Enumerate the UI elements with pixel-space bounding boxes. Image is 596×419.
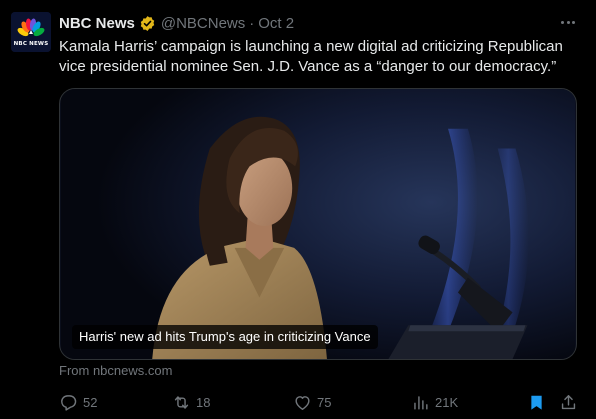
- reply-count: 52: [83, 394, 98, 410]
- views-button[interactable]: 21K: [411, 391, 458, 413]
- tweet-date[interactable]: Oct 2: [258, 15, 294, 32]
- card-title[interactable]: Harris' new ad hits Trump's age in criti…: [72, 325, 378, 349]
- like-button[interactable]: 75: [293, 391, 331, 413]
- like-count: 75: [317, 394, 332, 410]
- tweet[interactable]: NBC NEWS NBC News @NBCNews · Oct 2 Kamal…: [0, 0, 596, 419]
- share-button[interactable]: [559, 391, 578, 413]
- share-icon: [561, 394, 576, 409]
- bookmark-icon: [531, 395, 542, 410]
- author-name[interactable]: NBC News: [59, 15, 135, 32]
- card-photo: [60, 89, 576, 359]
- heart-icon: [295, 395, 310, 410]
- tweet-text: Kamala Harris’ campaign is launching a n…: [59, 38, 563, 75]
- reply-button[interactable]: 52: [59, 391, 97, 413]
- analytics-icon: [414, 395, 428, 410]
- repost-count: 18: [196, 394, 211, 410]
- repost-button[interactable]: 18: [172, 391, 210, 413]
- link-card[interactable]: Harris' new ad hits Trump's age in criti…: [59, 88, 577, 360]
- view-count: 21K: [435, 394, 459, 410]
- more-options-icon[interactable]: [555, 12, 581, 32]
- action-bar: 52 18 75 21K: [59, 391, 579, 413]
- verified-badge-icon[interactable]: [139, 15, 156, 32]
- author-handle[interactable]: @NBCNews: [161, 15, 245, 32]
- avatar[interactable]: NBC NEWS: [11, 12, 51, 52]
- card-source[interactable]: From nbcnews.com: [59, 363, 172, 378]
- bookmark-button[interactable]: [527, 391, 546, 413]
- avatar-logo-text: NBC NEWS: [13, 41, 49, 47]
- reply-icon: [61, 394, 77, 411]
- repost-icon: [174, 395, 189, 409]
- header-separator: ·: [249, 14, 255, 32]
- tweet-header: NBC News @NBCNews · Oct 2: [59, 13, 294, 33]
